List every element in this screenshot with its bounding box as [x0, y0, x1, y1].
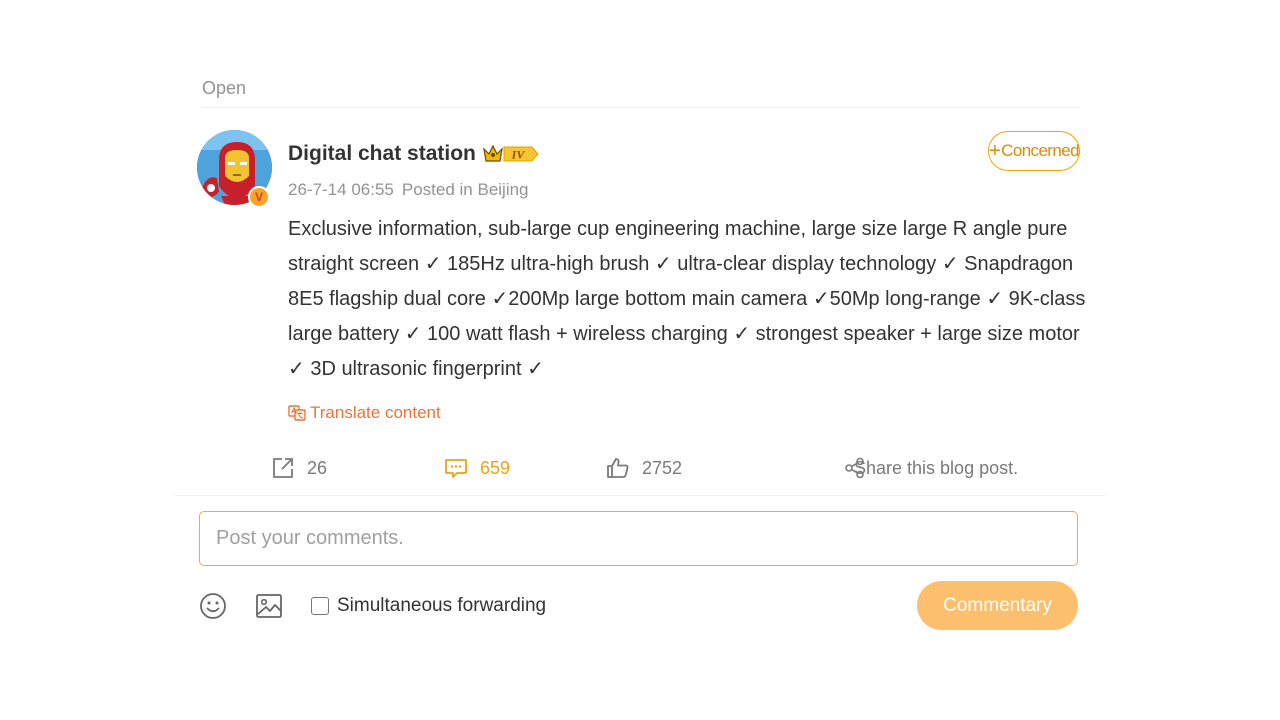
comment-button[interactable]: 659: [444, 454, 510, 482]
share-button[interactable]: Share this blog post.: [844, 454, 1018, 482]
emoji-icon: [200, 593, 226, 619]
emoji-button[interactable]: [199, 592, 227, 620]
post-content: Exclusive information, sub-large cup eng…: [288, 218, 1086, 380]
crown-icon: IV: [482, 144, 539, 162]
author-line: Digital chat station IV: [288, 140, 540, 168]
forwarding-checkbox[interactable]: [311, 597, 329, 615]
forwarding-label: Simultaneous forwarding: [337, 595, 547, 616]
translate-link[interactable]: Translate content: [288, 400, 441, 426]
plus-icon: +: [989, 139, 1001, 162]
open-label[interactable]: Open: [202, 78, 246, 98]
forward-count: 26: [307, 457, 328, 478]
translate-icon: [288, 405, 306, 421]
follow-button-label: Concerned: [1001, 141, 1079, 160]
composer-tools: Simultaneous forwarding: [199, 591, 546, 621]
thumbs-up-icon: [607, 458, 629, 478]
post-location: Posted in Beijing: [401, 180, 529, 199]
comment-icon: [445, 459, 467, 478]
comment-input[interactable]: [199, 511, 1078, 566]
forward-button[interactable]: 26: [271, 454, 327, 482]
post-meta: 26-7-14 06:55 Posted in Beijing: [288, 178, 529, 202]
like-count: 2752: [642, 457, 683, 478]
image-icon: [256, 594, 282, 618]
image-button[interactable]: [255, 593, 283, 619]
avatar[interactable]: V: [197, 130, 272, 208]
level-badge-text: IV: [511, 148, 526, 162]
submit-comment-button[interactable]: Commentary: [917, 581, 1078, 630]
share-icon: [845, 457, 864, 479]
verified-badge-icon: V: [248, 186, 270, 208]
share-label: Share this blog post.: [854, 457, 1019, 478]
level-badge[interactable]: IV: [482, 143, 540, 165]
forward-icon: [273, 458, 293, 478]
author-name[interactable]: Digital chat station: [288, 140, 476, 168]
follow-button[interactable]: + Concerned: [988, 131, 1080, 171]
translate-label: Translate content: [310, 403, 441, 422]
like-button[interactable]: 2752: [606, 454, 682, 482]
comment-count: 659: [480, 457, 511, 478]
open-header: Open: [202, 76, 1080, 108]
post-action-bar: 26 659 2752 Share this blog post.: [175, 446, 1105, 496]
simultaneous-forwarding-option[interactable]: Simultaneous forwarding: [311, 595, 546, 617]
weibo-post-page: Open V Digital chat station IV 26-7-14 0…: [0, 0, 1280, 720]
post-timestamp[interactable]: 26-7-14 06:55: [288, 180, 394, 199]
